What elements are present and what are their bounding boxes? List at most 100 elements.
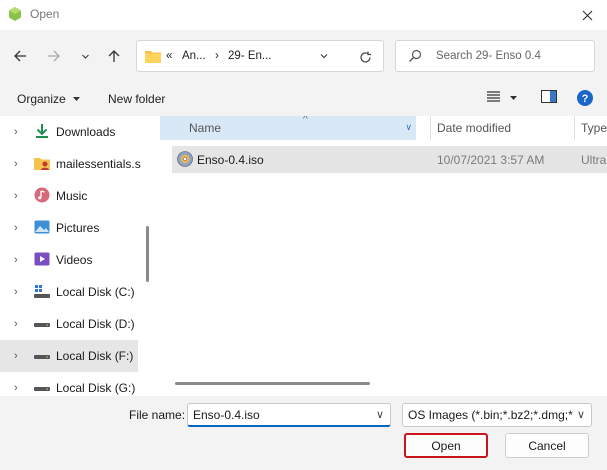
column-header-name[interactable]: ^ Name ∨ [160,116,416,140]
pictures-icon [34,220,50,234]
breadcrumb-item[interactable]: An... [182,50,206,62]
breadcrumb-separator[interactable]: › [215,50,219,62]
sidebar-item-label: Videos [56,253,93,267]
file-row[interactable]: Enso-0.4.iso 10/07/2021 3:57 AM Ultra [172,146,607,173]
file-type: Ultra [581,153,607,167]
caret-down-icon [510,96,518,100]
column-header-label: Name [189,121,222,135]
sidebar-item-label: Pictures [56,221,100,235]
download-icon [36,124,48,138]
sidebar-item-music[interactable]: › Music [0,180,155,212]
title-bar: Open [0,0,607,30]
chevron-right-icon[interactable]: › [14,318,18,330]
dialog-footer: File name: Enso-0.4.iso ∨ OS Images (*.b… [0,396,607,470]
caret-down-icon [73,97,81,101]
sidebar-item-label: Local Disk (F:) [56,349,134,363]
new-folder-button[interactable]: New folder [108,92,165,106]
arrow-right-icon [48,50,60,62]
file-list: ^ Name ∨ Date modified Type Enso-0.4.iso… [158,116,607,380]
chevron-down-icon[interactable]: ∨ [376,408,384,421]
navigation-pane: › Downloads › mailessentials.s › Music ›… [0,116,155,396]
music-icon [34,187,50,203]
recent-locations-button[interactable] [73,44,97,68]
window-title: Open [30,7,60,21]
forward-button[interactable] [42,44,66,68]
organize-menu[interactable]: Organize [17,92,81,106]
back-button[interactable] [8,44,32,68]
disc-image-icon [177,151,193,167]
app-icon [9,7,21,21]
command-toolbar: Organize New folder ? [0,82,607,116]
sidebar-item-local-disk-d[interactable]: › Local Disk (D:) [0,308,155,340]
navigation-bar: « An... › 29- En... Search 29- Enso 0.4 [0,30,607,82]
sidebar-item-label: Local Disk (D:) [56,317,135,331]
chevron-right-icon[interactable]: › [14,350,18,362]
column-header-date[interactable]: Date modified [430,116,570,140]
svg-text:?: ? [582,93,589,105]
file-list-horizontal-scrollbar[interactable] [175,382,370,385]
sidebar-item-label: Music [56,189,88,203]
chevron-down-icon[interactable]: ∨ [405,122,412,133]
preview-pane-button[interactable] [541,90,557,106]
sidebar-item-mailessentials[interactable]: › mailessentials.s [0,148,155,180]
file-name-value: Enso-0.4.iso [193,408,260,422]
refresh-button[interactable] [355,47,375,67]
help-icon: ? [577,90,593,106]
refresh-icon [359,51,371,63]
help-button[interactable]: ? [577,90,593,109]
arrow-up-icon [108,50,120,62]
sidebar-item-local-disk-g[interactable]: › Local Disk (G:) [0,372,155,396]
chevron-right-icon[interactable]: › [14,254,18,266]
up-button[interactable] [102,44,126,68]
sidebar-item-label: Local Disk (C:) [56,285,135,299]
file-name-field[interactable]: Enso-0.4.iso ∨ [187,403,391,427]
folder-icon [145,51,161,63]
view-options-button[interactable] [487,90,518,105]
search-box[interactable]: Search 29- Enso 0.4 [395,40,595,72]
sidebar-item-videos[interactable]: › Videos [0,244,155,276]
chevron-right-icon[interactable]: › [14,382,18,394]
file-type-value: OS Images (*.bin;*.bz2;*.dmg;*. [408,408,573,422]
organize-label: Organize [17,92,66,106]
sidebar-item-label: Local Disk (G:) [56,381,136,395]
breadcrumb-item[interactable]: 29- En... [228,50,271,62]
sidebar-item-local-disk-c[interactable]: › Local Disk (C:) [0,276,155,308]
file-type-select[interactable]: OS Images (*.bin;*.bz2;*.dmg;*. ∨ [402,403,592,427]
chevron-down-icon [320,54,328,59]
search-icon [409,49,422,62]
address-bar[interactable]: « An... › 29- En... [136,40,384,72]
column-header-type[interactable]: Type [574,116,607,140]
file-name: Enso-0.4.iso [197,153,264,167]
cancel-button[interactable]: Cancel [505,433,589,458]
chevron-right-icon[interactable]: › [14,126,18,138]
close-button[interactable] [567,0,607,30]
preview-pane-icon [541,90,557,103]
file-date-modified: 10/07/2021 3:57 AM [437,153,545,167]
chevron-right-icon[interactable]: › [14,286,18,298]
list-view-icon [487,91,500,102]
column-header-label: Date modified [437,121,512,135]
drive-icon [34,323,50,327]
search-input[interactable]: Search 29- Enso 0.4 [436,50,541,62]
chevron-right-icon[interactable]: › [14,190,18,202]
open-button[interactable]: Open [404,433,488,458]
file-name-label: File name: [129,408,186,422]
chevron-down-icon[interactable]: ∨ [577,408,585,421]
drive-icon [34,387,50,391]
chevron-right-icon[interactable]: › [14,222,18,234]
sidebar-scrollbar[interactable] [146,226,149,282]
videos-icon [34,252,50,266]
windows-drive-icon [34,285,50,298]
arrow-left-icon [14,50,26,62]
column-header-label: Type [581,121,607,135]
close-icon [582,10,592,20]
sidebar-item-local-disk-f[interactable]: › Local Disk (F:) [0,340,138,372]
address-dropdown[interactable] [319,50,329,64]
sidebar-item-pictures[interactable]: › Pictures [0,212,155,244]
breadcrumb-overflow[interactable]: « [166,50,172,62]
chevron-down-icon [81,54,89,59]
user-folder-icon [34,158,50,170]
sidebar-item-label: Downloads [56,125,116,139]
chevron-right-icon[interactable]: › [14,158,18,170]
sidebar-item-downloads[interactable]: › Downloads [0,116,155,148]
